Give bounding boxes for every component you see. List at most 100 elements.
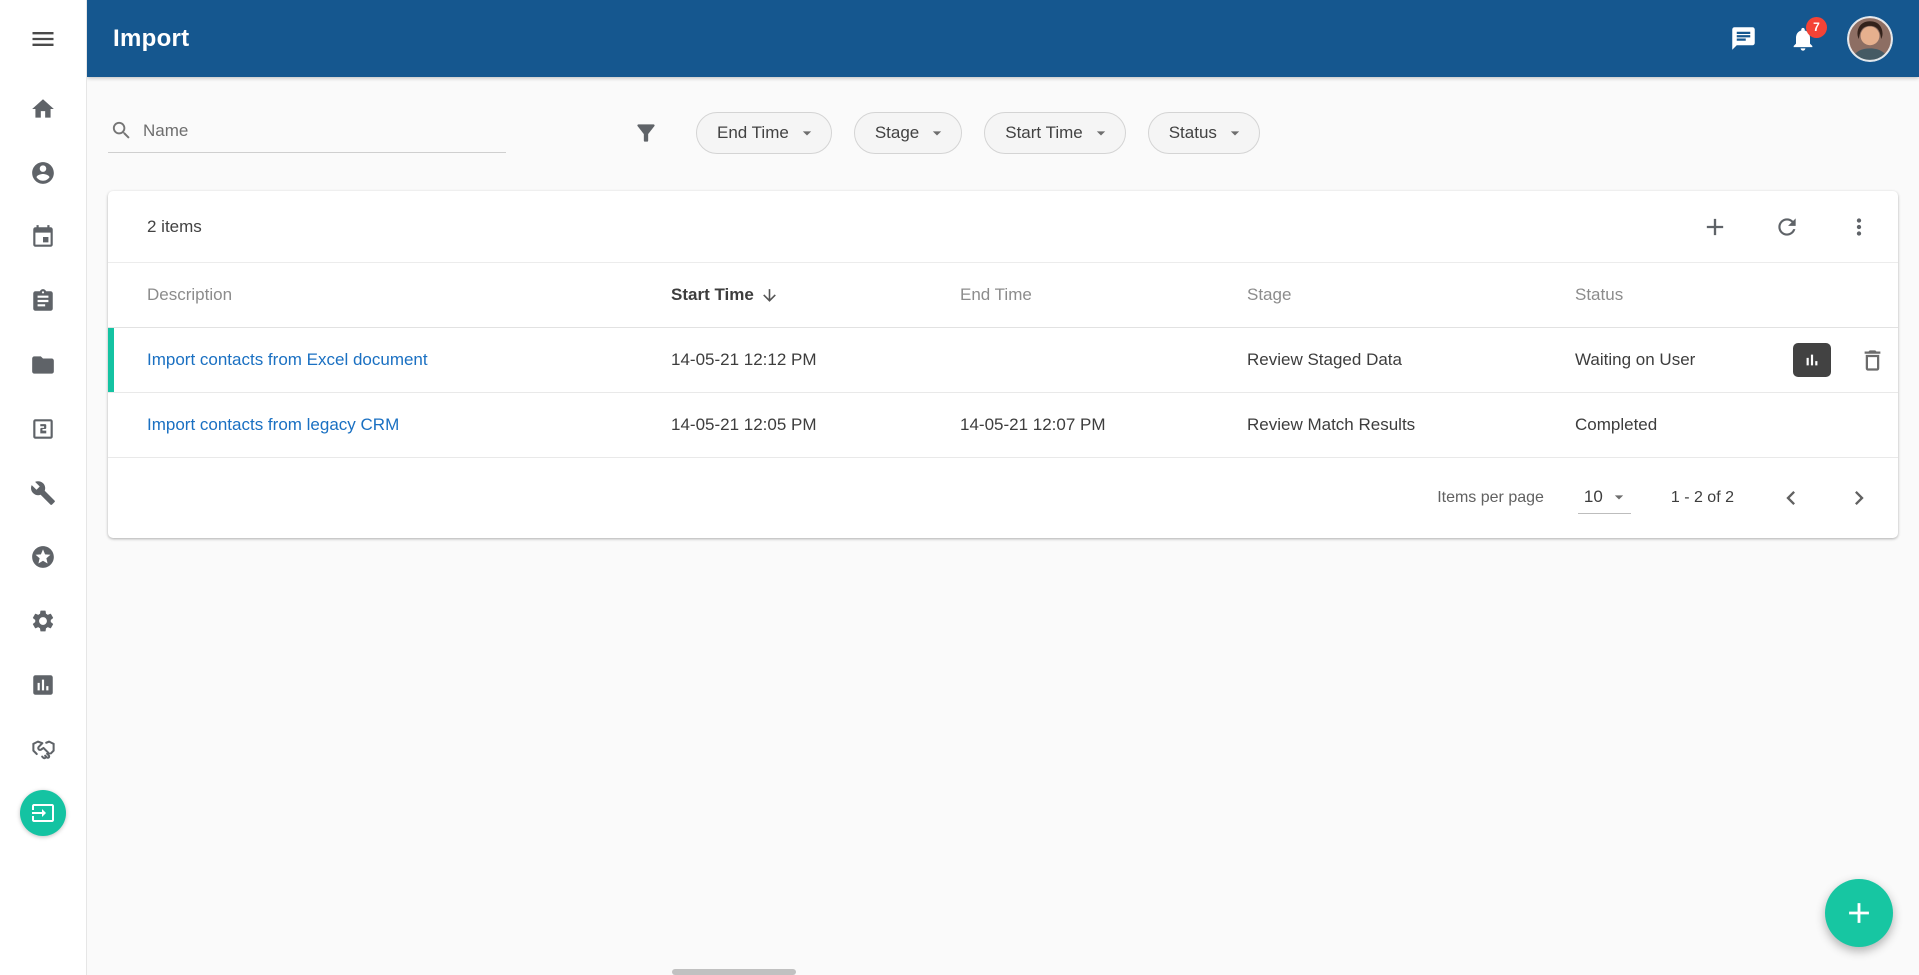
column-header-stage[interactable]: Stage bbox=[1247, 285, 1575, 305]
card-header: 2 items bbox=[108, 191, 1898, 263]
table-header-row: Description Start Time End Time Stage St… bbox=[108, 263, 1898, 328]
sidebar-item-reports[interactable] bbox=[0, 653, 87, 717]
previous-page-button[interactable] bbox=[1774, 481, 1808, 515]
search-icon bbox=[110, 119, 133, 142]
filter-chips: End Time Stage Start Time Status bbox=[696, 112, 1260, 154]
sidebar-item-import[interactable] bbox=[0, 781, 87, 845]
items-per-page-select[interactable]: 10 bbox=[1578, 483, 1631, 514]
column-header-end-time[interactable]: End Time bbox=[960, 285, 1247, 305]
sidebar-item-home[interactable] bbox=[0, 77, 87, 141]
search-input[interactable] bbox=[143, 121, 504, 141]
avatar-image bbox=[1847, 16, 1893, 62]
sidebar-item-calendar[interactable] bbox=[0, 205, 87, 269]
horizontal-scrollbar-thumb[interactable] bbox=[672, 969, 796, 975]
stage-cell: Review Match Results bbox=[1247, 415, 1575, 435]
sidebar-item-settings[interactable] bbox=[0, 589, 87, 653]
search-field[interactable] bbox=[108, 113, 506, 153]
chevron-left-icon bbox=[1777, 484, 1805, 512]
chevron-down-icon bbox=[797, 123, 817, 143]
kebab-icon bbox=[1846, 214, 1872, 240]
bar-chart-icon bbox=[30, 672, 56, 698]
top-app-bar: Import 7 bbox=[87, 0, 1919, 77]
chip-label: Status bbox=[1169, 123, 1217, 143]
status-cell: Completed bbox=[1575, 415, 1793, 435]
calendar-icon bbox=[30, 224, 56, 250]
hamburger-icon bbox=[29, 25, 57, 53]
user-avatar[interactable] bbox=[1847, 16, 1893, 62]
notifications-button[interactable]: 7 bbox=[1787, 23, 1819, 55]
active-row-accent bbox=[108, 328, 114, 392]
end-time-cell: 14-05-21 12:07 PM bbox=[960, 415, 1247, 435]
sidebar-item-documents[interactable] bbox=[0, 333, 87, 397]
chip-label: Stage bbox=[875, 123, 919, 143]
stage-cell: Review Staged Data bbox=[1247, 350, 1575, 370]
chart-bars-icon bbox=[1799, 347, 1825, 373]
status-cell: Waiting on User bbox=[1575, 350, 1793, 370]
menu-button[interactable] bbox=[0, 0, 87, 77]
record-link[interactable]: Import contacts from Excel document bbox=[147, 350, 428, 369]
import-list-card: 2 items Description Start Time End Time bbox=[108, 191, 1898, 538]
chevron-down-icon bbox=[1225, 123, 1245, 143]
sales-icon bbox=[30, 416, 56, 442]
sidebar-item-customize[interactable] bbox=[0, 461, 87, 525]
plus-icon bbox=[1701, 213, 1729, 241]
card-actions bbox=[1700, 212, 1874, 242]
filter-chip-end-time[interactable]: End Time bbox=[696, 112, 832, 154]
sidebar-item-sales[interactable] bbox=[0, 397, 87, 461]
filter-chip-start-time[interactable]: Start Time bbox=[984, 112, 1125, 154]
filter-chip-status[interactable]: Status bbox=[1148, 112, 1260, 154]
notification-badge: 7 bbox=[1806, 17, 1827, 38]
column-header-start-time[interactable]: Start Time bbox=[671, 285, 960, 305]
items-per-page-label: Items per page bbox=[1437, 489, 1544, 507]
page-title: Import bbox=[113, 25, 189, 53]
table-row-2[interactable]: Import contacts from legacy CRM 14-05-21… bbox=[108, 393, 1898, 458]
trash-icon bbox=[1859, 347, 1886, 374]
start-time-cell: 14-05-21 12:05 PM bbox=[671, 415, 960, 435]
import-icon bbox=[31, 801, 55, 825]
refresh-icon bbox=[1774, 214, 1800, 240]
sidebar-item-featured[interactable] bbox=[0, 525, 87, 589]
chevron-right-icon bbox=[1845, 484, 1873, 512]
filter-toolbar: End Time Stage Start Time Status bbox=[87, 77, 1919, 163]
start-time-cell: 14-05-21 12:12 PM bbox=[671, 350, 960, 370]
refresh-button[interactable] bbox=[1772, 212, 1802, 242]
wrench-icon bbox=[30, 480, 56, 506]
add-item-button[interactable] bbox=[1700, 212, 1730, 242]
column-header-description[interactable]: Description bbox=[147, 285, 671, 305]
sidebar-item-contacts[interactable] bbox=[0, 141, 87, 205]
chip-label: End Time bbox=[717, 123, 789, 143]
chevron-down-icon bbox=[1609, 487, 1629, 507]
new-import-fab[interactable] bbox=[1825, 879, 1893, 947]
description-cell: Import contacts from legacy CRM bbox=[147, 415, 671, 435]
chip-label: Start Time bbox=[1005, 123, 1082, 143]
page-size-value: 10 bbox=[1584, 487, 1603, 507]
filter-chip-stage[interactable]: Stage bbox=[854, 112, 962, 154]
chevron-down-icon bbox=[1091, 123, 1111, 143]
star-circle-icon bbox=[30, 544, 56, 570]
folder-icon bbox=[30, 352, 56, 378]
sidebar-item-deals[interactable] bbox=[0, 717, 87, 781]
active-item-highlight bbox=[20, 790, 66, 836]
main-content: End Time Stage Start Time Status 2 items bbox=[87, 77, 1919, 975]
description-cell: Import contacts from Excel document bbox=[147, 350, 671, 370]
delete-button[interactable] bbox=[1857, 345, 1887, 375]
row-actions bbox=[1793, 343, 1898, 377]
chat-icon bbox=[1730, 25, 1757, 52]
table-row-1[interactable]: Import contacts from Excel document 14-0… bbox=[108, 328, 1898, 393]
view-results-button[interactable] bbox=[1793, 343, 1831, 377]
filter-button[interactable] bbox=[626, 113, 666, 153]
record-link[interactable]: Import contacts from legacy CRM bbox=[147, 415, 399, 434]
funnel-icon bbox=[633, 120, 659, 146]
sort-desc-icon bbox=[760, 286, 779, 305]
sidebar-item-activities[interactable] bbox=[0, 269, 87, 333]
items-count: 2 items bbox=[147, 217, 202, 237]
messages-button[interactable] bbox=[1727, 23, 1759, 55]
column-header-status[interactable]: Status bbox=[1575, 285, 1793, 305]
next-page-button[interactable] bbox=[1842, 481, 1876, 515]
sidebar bbox=[0, 0, 87, 975]
gear-icon bbox=[30, 608, 56, 634]
plus-icon bbox=[1842, 896, 1876, 930]
person-circle-icon bbox=[30, 160, 56, 186]
more-options-button[interactable] bbox=[1844, 212, 1874, 242]
topbar-actions: 7 bbox=[1727, 16, 1893, 62]
